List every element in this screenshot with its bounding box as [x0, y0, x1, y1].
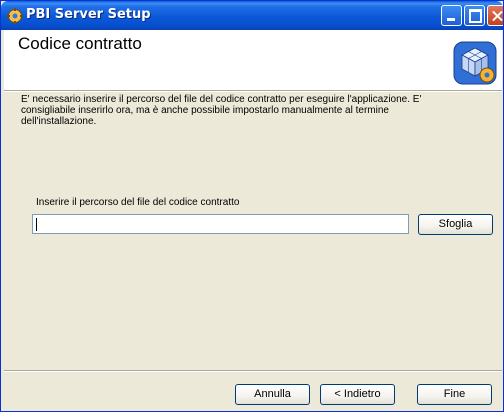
text-caret: [36, 218, 37, 231]
finish-button[interactable]: Fine: [417, 384, 492, 405]
back-button[interactable]: < Indietro: [320, 384, 395, 405]
contract-path-input[interactable]: [32, 214, 409, 234]
contract-path-label: Inserire il percorso del file del codice…: [36, 197, 240, 208]
setup-package-icon: [453, 41, 497, 85]
description-text: E' necessario inserire il percorso del f…: [21, 94, 491, 127]
cancel-button[interactable]: Annulla: [235, 384, 310, 405]
footer-separator: [4, 370, 502, 372]
header-separator: [4, 90, 502, 92]
title-bar[interactable]: PBI Server Setup: [1, 1, 503, 30]
setup-window: PBI Server Setup Codice contratto E' nec…: [0, 0, 504, 412]
close-button[interactable]: [487, 5, 503, 26]
maximize-button[interactable]: [464, 5, 485, 26]
page-title: Codice contratto: [18, 34, 142, 53]
window-title: PBI Server Setup: [26, 7, 151, 22]
description-line: E' necessario inserire il percorso del f…: [21, 94, 422, 105]
minimize-button[interactable]: [441, 5, 462, 26]
browse-button[interactable]: Sfoglia: [418, 214, 493, 235]
description-line: consigliabile inserirlo ora, ma è anche …: [21, 105, 389, 116]
gear-setup-icon: [7, 8, 23, 24]
description-line: dell'installazione.: [21, 116, 97, 127]
